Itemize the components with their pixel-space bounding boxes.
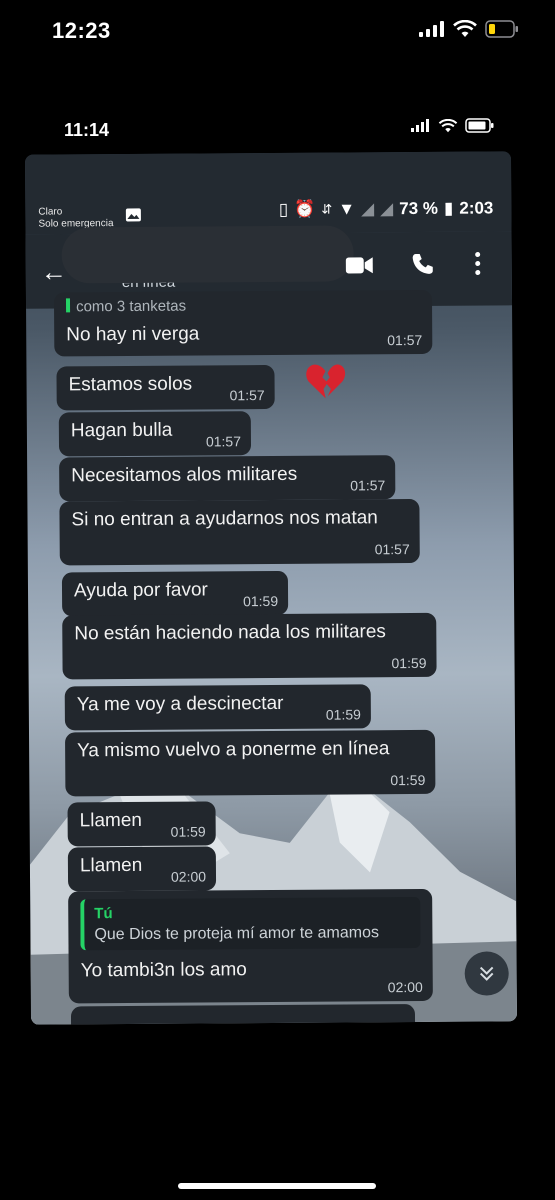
message-time: 01:57	[205, 433, 242, 450]
message-bubble-partial[interactable]	[70, 1004, 416, 1025]
message-text: Ya me voy a descinectar	[76, 692, 284, 716]
message-text: Si no entran a ayudarnos nos matan	[71, 507, 378, 531]
message-time: 01:59	[170, 823, 206, 840]
signal-icon	[419, 21, 444, 37]
signal-off-icon: ◢	[380, 199, 394, 219]
message-time: 01:57	[229, 387, 265, 404]
message-bubble[interactable]: No están haciendo nada los militares 01:…	[62, 612, 437, 680]
message-text: Ya mismo vuelvo a ponerme en línea	[77, 738, 390, 762]
message-bubble[interactable]: Llamen 02:00	[67, 846, 217, 892]
message-time: 02:00	[387, 978, 423, 996]
message-time: 01:59	[390, 771, 426, 789]
phone-icon[interactable]	[411, 252, 435, 276]
message-text: Necesitamos alos militares	[71, 463, 298, 487]
quoted-message[interactable]: Tú Que Dios te proteja mí amor te amamos	[80, 896, 421, 951]
wifi-icon	[438, 118, 458, 132]
message-time: 01:59	[325, 706, 361, 723]
message-bubble[interactable]: Ayuda por favor 01:59	[61, 570, 289, 617]
android-time: 2:03	[459, 198, 494, 218]
signal-icon: ◢	[360, 199, 375, 219]
carrier-name: Claro	[38, 206, 63, 218]
message-text: Estamos solos	[68, 373, 193, 396]
outer-status-icons	[419, 20, 519, 38]
message-time: 02:00	[170, 868, 207, 885]
wifi-icon: ▼	[338, 199, 356, 219]
message-bubble[interactable]: Necesitamos alos militares 01:57	[59, 455, 396, 502]
scroll-down-button[interactable]	[464, 951, 509, 996]
video-call-icon[interactable]	[345, 256, 374, 274]
double-chevron-down-icon	[479, 966, 494, 981]
quote-text: Que Dios te proteja mí amor te amamos	[94, 924, 380, 944]
message-text: Llamen	[79, 809, 143, 832]
vibrate-icon: ▯	[278, 199, 289, 219]
image-icon	[125, 208, 141, 227]
message-bubble[interactable]: Ya mismo vuelvo a ponerme en línea 01:59	[65, 729, 436, 797]
signal-icon	[411, 119, 429, 132]
message-time: 01:59	[391, 654, 427, 672]
message-bubble[interactable]: Ya me voy a descinectar 01:59	[64, 684, 371, 731]
chat-photo: Claro Solo emergencia ▯ ⏰ ⇵ ▼ ◢ ◢ 73 % ▮…	[24, 151, 518, 1025]
alarm-icon: ⏰	[294, 199, 316, 219]
message-time: 01:59	[242, 592, 279, 610]
message-time: 01:57	[374, 541, 410, 558]
message-text: Yo tambi3n los amo	[80, 959, 247, 982]
battery-icon: ▮	[443, 198, 454, 218]
data-arrows-icon: ⇵	[321, 201, 333, 217]
message-bubble[interactable]: Si no entran a ayudarnos nos matan 01:57	[59, 498, 420, 566]
wifi-icon	[453, 20, 477, 37]
message-text: No hay ni verga	[66, 323, 200, 346]
inner-status-icons	[411, 118, 495, 133]
message-bubble[interactable]: como 3 tanketas No hay ni verga 01:57	[53, 289, 433, 357]
inner-status-time: 11:14	[64, 120, 110, 140]
message-bubble[interactable]: Estamos solos 01:57	[56, 364, 275, 411]
quote-author: Tú	[94, 905, 113, 923]
message-text: Ayuda por favor	[73, 579, 208, 602]
more-vert-icon[interactable]	[474, 252, 482, 276]
message-text: Llamen	[79, 854, 143, 877]
outer-status-time: 12:23	[52, 18, 111, 43]
battery-icon	[465, 118, 494, 133]
message-text: No están haciendo nada los militares	[74, 621, 386, 645]
redacted-contact-name	[61, 225, 354, 284]
message-bubble[interactable]: Llamen 01:59	[67, 801, 216, 847]
message-text: Hagan bulla	[70, 419, 173, 442]
message-bubble[interactable]: Hagan bulla 01:57	[58, 411, 252, 457]
broken-heart-icon	[306, 364, 346, 399]
home-indicator[interactable]	[178, 1183, 376, 1189]
message-time: 01:57	[387, 331, 423, 349]
reply-message-bubble[interactable]: Tú Que Dios te proteja mí amor te amamos…	[68, 888, 433, 1004]
message-time: 01:57	[350, 477, 386, 494]
battery-percent: 73 %	[399, 198, 439, 219]
android-status-icons: ▯ ⏰ ⇵ ▼ ◢ ◢ 73 % ▮ 2:03	[279, 198, 494, 219]
battery-low-icon	[485, 20, 518, 38]
quoted-preview: como 3 tanketas	[65, 295, 421, 313]
